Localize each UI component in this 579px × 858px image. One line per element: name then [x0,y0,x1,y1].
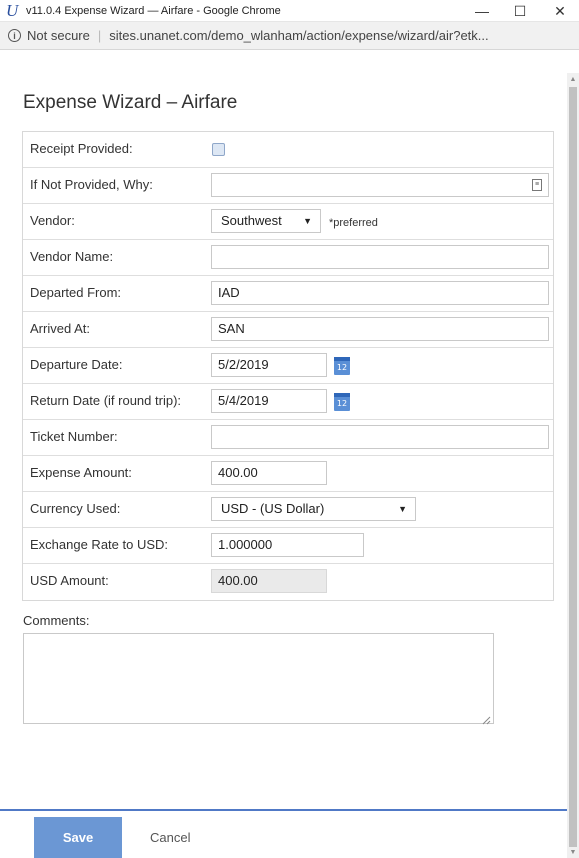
departed-input[interactable]: IAD [211,281,549,305]
form-row-amount: Expense Amount: 400.00 [23,456,553,492]
vendor-name-input[interactable] [211,245,549,269]
expand-text-icon[interactable]: ≡ [532,179,542,191]
comments-label: Comments: [23,613,90,628]
save-button[interactable]: Save [34,817,122,858]
calendar-icon[interactable]: 12 [334,357,350,375]
return-date-input[interactable]: 5/4/2019 [211,389,327,413]
info-icon[interactable]: i [8,29,21,42]
calendar-day: 12 [336,399,348,408]
vendor-select[interactable]: Southwest ▼ [211,209,321,233]
airfare-form: Receipt Provided: If Not Provided, Why: … [22,131,554,601]
exchange-rate-input[interactable]: 1.000000 [211,533,364,557]
form-row-usd: USD Amount: 400.00 [23,564,553,600]
currency-select[interactable]: USD - (US Dollar) ▼ [211,497,416,521]
vendor-select-value: Southwest [221,213,282,228]
exchange-label: Exchange Rate to USD: [30,537,169,552]
form-row-vendor: Vendor: Southwest ▼ *preferred [23,204,553,240]
amount-label: Expense Amount: [30,465,132,480]
page-title: Expense Wizard – Airfare [23,92,238,113]
vertical-scrollbar[interactable]: ▲ ▼ [567,73,579,858]
currency-select-value: USD - (US Dollar) [221,501,325,516]
address-separator: | [97,28,102,43]
ticket-number-input[interactable] [211,425,549,449]
resize-grip-icon[interactable] [482,712,491,725]
return-date-label: Return Date (if round trip): [30,393,182,408]
form-row-exchange: Exchange Rate to USD: 1.000000 [23,528,553,564]
ticket-label: Ticket Number: [30,429,118,444]
form-row-receipt: Receipt Provided: [23,132,553,168]
form-row-departure-date: Departure Date: 5/2/2019 12 [23,348,553,384]
departed-label: Departed From: [30,285,122,300]
arrived-input[interactable]: SAN [211,317,549,341]
footer-bar: Save Cancel [0,811,567,858]
close-window-button[interactable]: ✕ [540,0,579,22]
chevron-down-icon: ▼ [398,504,407,514]
receipt-checkbox[interactable] [212,143,225,156]
arrived-label: Arrived At: [30,321,90,336]
comments-textarea[interactable] [23,633,494,724]
security-status[interactable]: Not secure [27,28,90,43]
departure-date-label: Departure Date: [30,357,123,372]
scroll-down-arrow-icon[interactable]: ▼ [567,846,579,858]
form-row-return-date: Return Date (if round trip): 5/4/2019 12 [23,384,553,420]
scroll-up-arrow-icon[interactable]: ▲ [567,73,579,85]
form-row-departed: Departed From: IAD [23,276,553,312]
calendar-day: 12 [336,363,348,372]
cancel-link[interactable]: Cancel [150,830,190,845]
preferred-note: *preferred [329,217,378,229]
form-row-why: If Not Provided, Why: ≡ [23,168,553,204]
form-row-ticket: Ticket Number: [23,420,553,456]
usd-amount-label: USD Amount: [30,573,109,588]
departure-date-input[interactable]: 5/2/2019 [211,353,327,377]
receipt-label: Receipt Provided: [30,141,133,156]
maximize-button[interactable]: ☐ [500,0,540,22]
form-row-arrived: Arrived At: SAN [23,312,553,348]
calendar-icon[interactable]: 12 [334,393,350,411]
why-label: If Not Provided, Why: [30,177,153,192]
vendor-label: Vendor: [30,213,75,228]
scroll-thumb[interactable] [569,87,577,847]
url-text[interactable]: sites.unanet.com/demo_wlanham/action/exp… [109,28,488,43]
form-row-currency: Currency Used: USD - (US Dollar) ▼ [23,492,553,528]
minimize-button[interactable]: — [462,0,502,22]
window-title: v11.0.4 Expense Wizard — Airfare - Googl… [26,4,281,17]
chevron-down-icon: ▼ [303,216,312,226]
expense-amount-input[interactable]: 400.00 [211,461,327,485]
currency-label: Currency Used: [30,501,121,516]
unanet-logo-icon: U [6,0,19,20]
vendor-name-label: Vendor Name: [30,249,114,264]
form-row-vendor-name: Vendor Name: [23,240,553,276]
address-bar[interactable]: i Not secure | sites.unanet.com/demo_wla… [0,22,579,50]
window-title-bar: U v11.0.4 Expense Wizard — Airfare - Goo… [0,0,579,22]
usd-amount-value: 400.00 [211,569,327,593]
why-input[interactable]: ≡ [211,173,549,197]
